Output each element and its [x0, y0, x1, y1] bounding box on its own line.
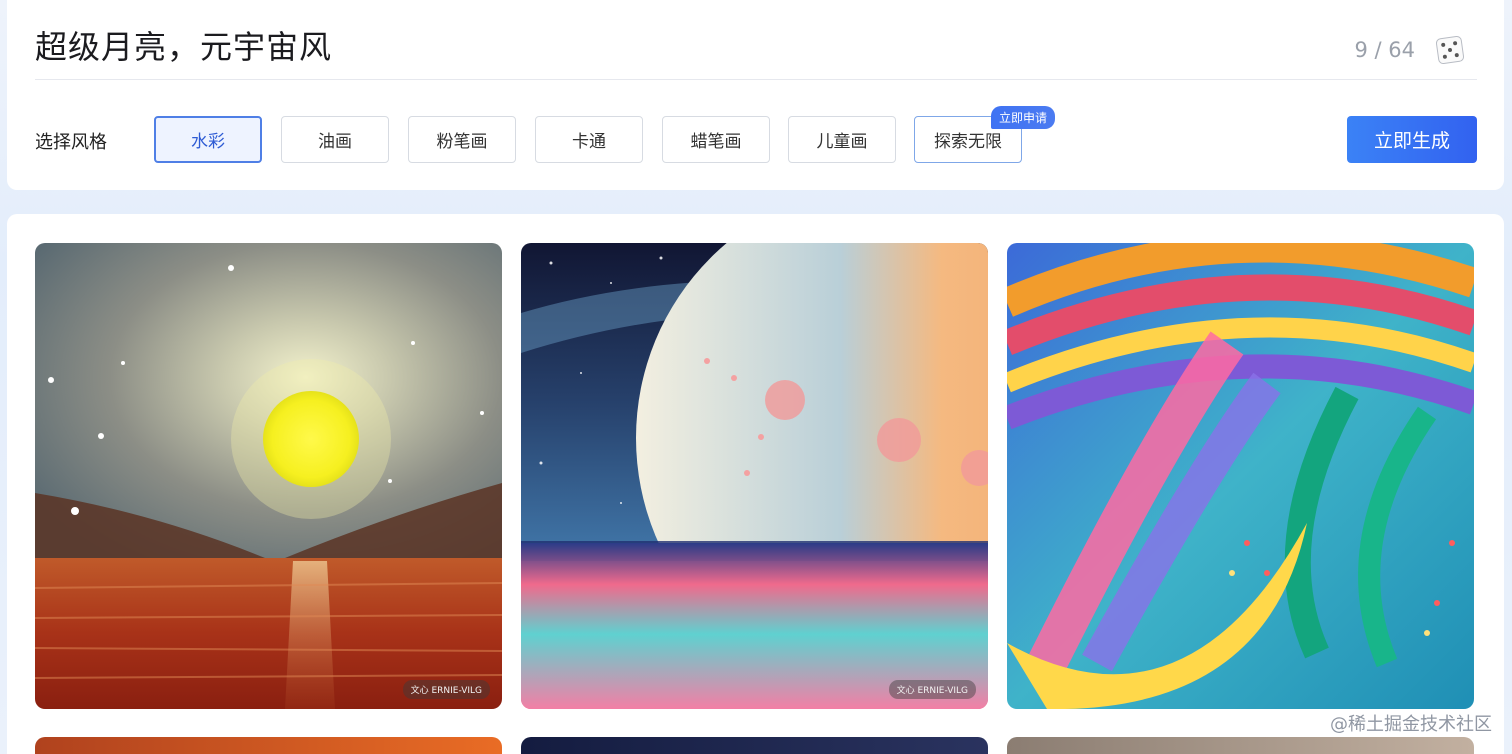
gallery-image-1[interactable]: 文心 ERNIE-VILG	[35, 243, 502, 709]
prompt-text[interactable]: 超级月亮，元宇宙风	[35, 22, 332, 68]
gallery-image-6[interactable]	[1007, 737, 1474, 754]
style-option-chalk[interactable]: 粉笔画	[408, 116, 516, 163]
style-label: 选择风格	[35, 132, 107, 153]
prompt-row: 超级月亮，元宇宙风 9 / 64	[35, 0, 1477, 80]
style-option-oil[interactable]: 油画	[281, 116, 389, 163]
prompt-counter: 9 / 64	[1354, 38, 1415, 62]
dice-icon[interactable]	[1435, 35, 1465, 65]
site-watermark: @稀土掘金技术社区	[1330, 714, 1492, 735]
gallery-image-3[interactable]	[1007, 243, 1474, 709]
gallery-image-2[interactable]: 文心 ERNIE-VILG	[521, 243, 988, 709]
gallery-image-5[interactable]	[521, 737, 988, 754]
style-option-crayon[interactable]: 蜡笔画	[662, 116, 770, 163]
style-selector: 选择风格 水彩 油画 粉笔画 卡通 蜡笔画 儿童画 探索无限 立即申请 立即生成	[35, 106, 1477, 164]
style-option-cartoon[interactable]: 卡通	[535, 116, 643, 163]
apply-badge[interactable]: 立即申请	[991, 106, 1056, 129]
style-option-kids[interactable]: 儿童画	[788, 116, 896, 163]
image-gallery: 文心 ERNIE-VILG 文心 ERNIE-VILG	[7, 214, 1504, 754]
generate-button[interactable]: 立即生成	[1347, 116, 1477, 163]
watermark: 文心 ERNIE-VILG	[888, 680, 976, 699]
style-option-watercolor[interactable]: 水彩	[154, 116, 262, 163]
watermark: 文心 ERNIE-VILG	[402, 680, 490, 699]
generation-panel: 超级月亮，元宇宙风 9 / 64 选择风格 水彩 油画 粉笔画 卡通 蜡笔画 儿…	[7, 0, 1504, 190]
gallery-image-4[interactable]	[35, 737, 502, 754]
